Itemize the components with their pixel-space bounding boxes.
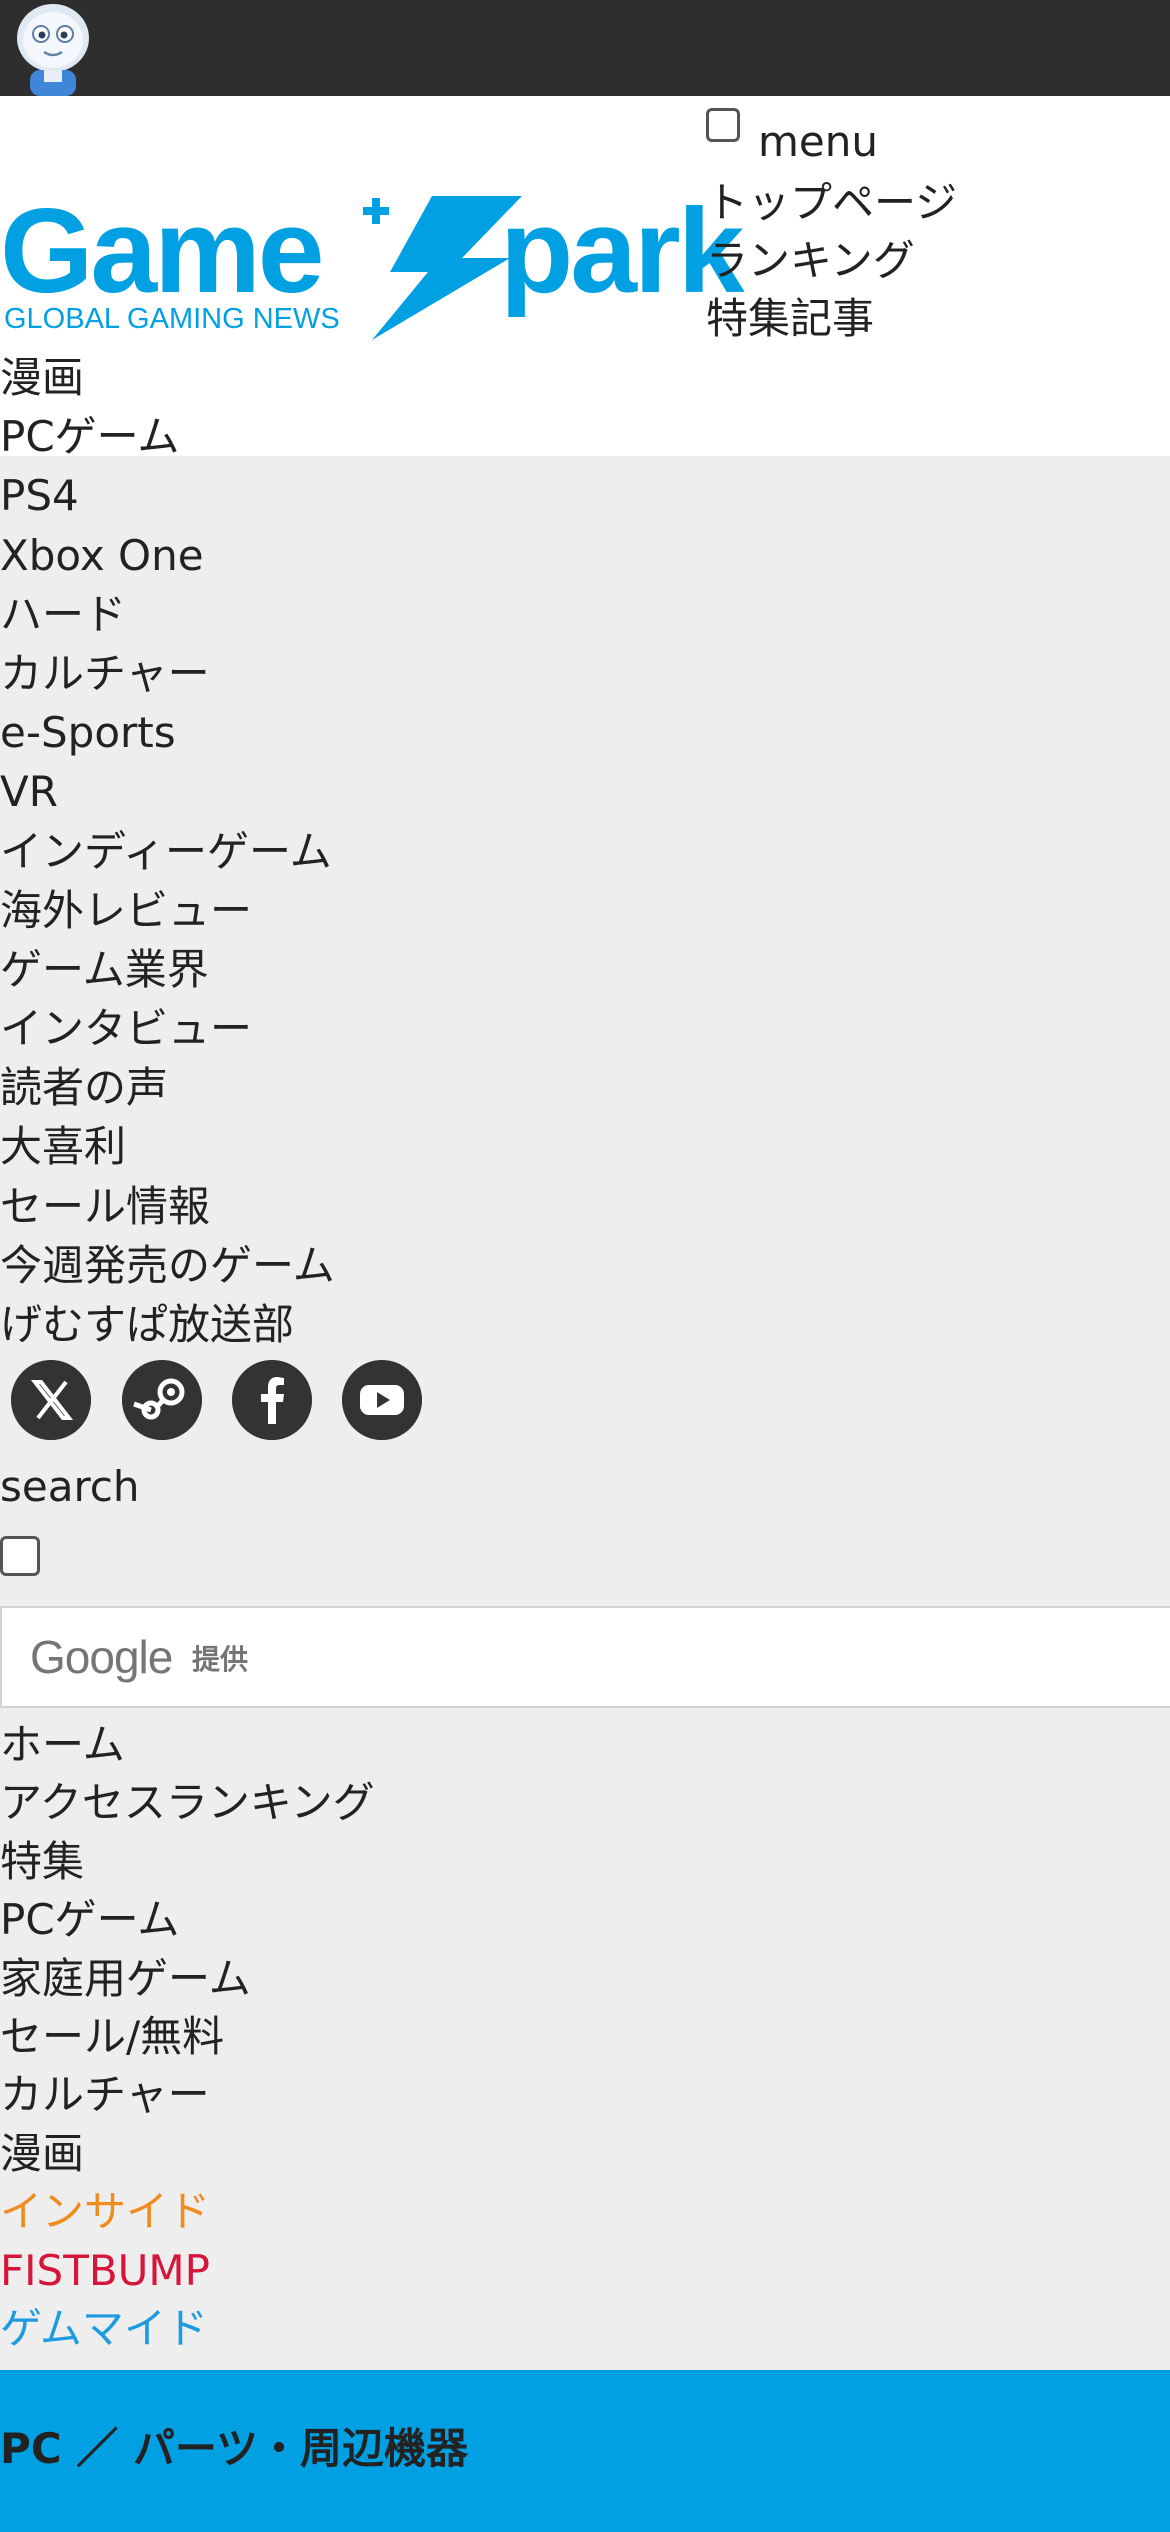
nav-item-indie-games[interactable]: インディーゲーム bbox=[0, 822, 335, 881]
site-link-access-ranking[interactable]: アクセスランキング bbox=[0, 1774, 375, 1832]
nav-item-pc-games[interactable]: PCゲーム bbox=[0, 407, 335, 466]
menu-toggle-checkbox[interactable] bbox=[706, 108, 740, 142]
nav-item-overseas-reviews[interactable]: 海外レビュー bbox=[0, 881, 335, 940]
partner-link-fistbump[interactable]: FISTBUMP bbox=[0, 2242, 375, 2300]
site-link-pc-games[interactable]: PCゲーム bbox=[0, 1891, 375, 1949]
partner-link-inside[interactable]: インサイド bbox=[0, 2183, 375, 2241]
nav-item-interviews[interactable]: インタビュー bbox=[0, 999, 335, 1058]
site-link-sale-free[interactable]: セール/無料 bbox=[0, 2008, 375, 2066]
facebook-icon[interactable] bbox=[232, 1360, 312, 1440]
nav-item-esports[interactable]: e-Sports bbox=[0, 703, 335, 762]
nav-item-hardware[interactable]: ハード bbox=[0, 585, 335, 644]
nav-item-xbox-one[interactable]: Xbox One bbox=[0, 526, 335, 585]
nav-item-vr[interactable]: VR bbox=[0, 762, 335, 821]
svg-text:Game: Game bbox=[0, 188, 322, 318]
site-link-features[interactable]: 特集 bbox=[0, 1833, 375, 1891]
site-link-home-console[interactable]: 家庭用ゲーム bbox=[0, 1950, 375, 2008]
nav-item-culture[interactable]: カルチャー bbox=[0, 644, 335, 703]
youtube-icon[interactable] bbox=[342, 1360, 422, 1440]
site-link-manga[interactable]: 漫画 bbox=[0, 2125, 375, 2183]
site-link-home[interactable]: ホーム bbox=[0, 1716, 375, 1774]
robot-mascot-icon[interactable] bbox=[14, 0, 92, 96]
steam-icon[interactable] bbox=[122, 1360, 202, 1440]
site-links: ホーム アクセスランキング 特集 PCゲーム 家庭用ゲーム セール/無料 カルチ… bbox=[0, 1716, 375, 2358]
top-link-home[interactable]: トップページ bbox=[706, 174, 957, 232]
search-label: search bbox=[0, 1462, 140, 1511]
partner-link-gamemaid[interactable]: ゲムマイド bbox=[0, 2300, 375, 2358]
nav-item-oogiri[interactable]: 大喜利 bbox=[0, 1117, 335, 1176]
nav-item-this-week-releases[interactable]: 今週発売のゲーム bbox=[0, 1236, 335, 1295]
nav-item-broadcast[interactable]: げむすぱ放送部 bbox=[0, 1295, 335, 1354]
nav-item-manga[interactable]: 漫画 bbox=[0, 348, 335, 407]
breadcrumb: PC ／ パーツ・周辺機器 bbox=[0, 2424, 469, 2473]
logo-tagline: GLOBAL GAMING NEWS bbox=[4, 303, 340, 335]
google-wordmark: Google bbox=[30, 1631, 173, 1683]
nav-item-reader-voices[interactable]: 読者の声 bbox=[0, 1058, 335, 1117]
nav-item-game-industry[interactable]: ゲーム業界 bbox=[0, 940, 335, 999]
gamespark-logo[interactable]: Game park GLOBAL GAMING NEWS bbox=[0, 188, 800, 343]
top-links: トップページ ランキング 特集記事 bbox=[706, 174, 957, 348]
site-link-culture[interactable]: カルチャー bbox=[0, 2066, 375, 2124]
nav-item-sale-info[interactable]: セール情報 bbox=[0, 1177, 335, 1236]
menu-label[interactable]: menu bbox=[758, 116, 878, 168]
top-link-features[interactable]: 特集記事 bbox=[706, 290, 957, 348]
top-bar bbox=[0, 0, 1170, 96]
x-icon[interactable] bbox=[11, 1360, 91, 1440]
search-input[interactable]: Google 提供 bbox=[0, 1606, 1170, 1708]
category-nav: 漫画 PCゲーム PS4 Xbox One ハード カルチャー e-Sports… bbox=[0, 348, 335, 1354]
provided-by-label: 提供 bbox=[192, 1643, 249, 1676]
search-toggle-checkbox[interactable] bbox=[0, 1536, 40, 1576]
top-link-ranking[interactable]: ランキング bbox=[706, 232, 957, 290]
nav-item-ps4[interactable]: PS4 bbox=[0, 466, 335, 525]
